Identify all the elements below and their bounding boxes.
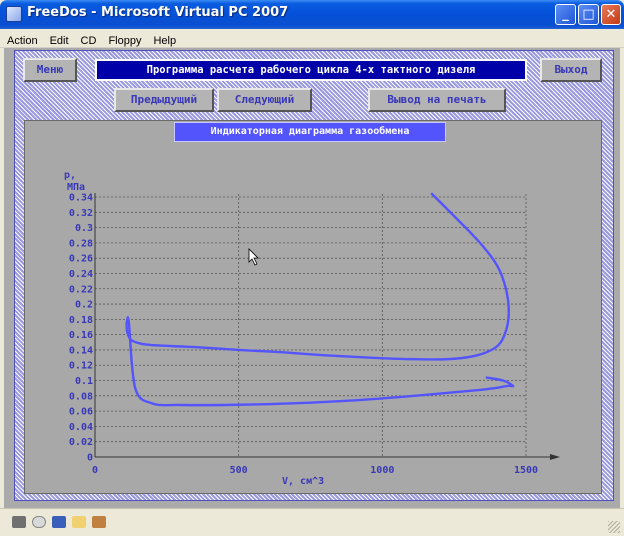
x-axis-arrow bbox=[550, 454, 560, 460]
menu-help[interactable]: Help bbox=[146, 32, 181, 47]
y-tick-label: 0.32 bbox=[69, 208, 93, 219]
y-tick-label: 0.2 bbox=[75, 300, 93, 311]
resize-grip[interactable] bbox=[608, 521, 620, 533]
title-bar[interactable]: FreeDos - Microsoft Virtual PC 2007 _ □ … bbox=[0, 0, 624, 29]
menu-cd[interactable]: CD bbox=[74, 32, 102, 47]
minimize-button[interactable]: _ bbox=[555, 4, 576, 25]
y-tick-label: 0.1 bbox=[75, 376, 93, 387]
series-line bbox=[125, 192, 515, 407]
y-tick-label: 0.28 bbox=[69, 238, 93, 249]
folder-icon[interactable] bbox=[72, 516, 86, 528]
y-tick-label: 0.12 bbox=[69, 361, 93, 372]
virtual-pc-icon bbox=[6, 6, 22, 22]
x-tick-label: 500 bbox=[230, 465, 248, 476]
status-bar bbox=[0, 508, 624, 536]
mouse-cursor-icon bbox=[248, 248, 259, 266]
y-tick-label: 0.08 bbox=[69, 391, 93, 402]
x-tick-label: 0 bbox=[92, 465, 98, 476]
floppy-icon[interactable] bbox=[52, 516, 66, 528]
y-axis-label: р, bbox=[64, 170, 76, 181]
x-tick-label: 1000 bbox=[370, 465, 394, 476]
window-title: FreeDos - Microsoft Virtual PC 2007 bbox=[27, 5, 289, 20]
network-icon[interactable] bbox=[92, 516, 106, 528]
y-tick-label: 0.24 bbox=[69, 269, 93, 280]
y-tick-label: 0.14 bbox=[69, 345, 93, 356]
hdd-icon[interactable] bbox=[12, 516, 26, 528]
y-tick-label: 0.18 bbox=[69, 315, 93, 326]
menu-action[interactable]: Action bbox=[0, 32, 43, 47]
x-tick-label: 1500 bbox=[514, 465, 538, 476]
menu-bar: Action Edit CD Floppy Help bbox=[0, 29, 624, 48]
gas-exchange-chart: 0 0.02 0.04 0.06 0.08 0.1 0.12 0.14 0.16 0.18 0.2 0… bbox=[64, 170, 560, 487]
y-tick-label: 0.3 bbox=[75, 223, 93, 234]
close-button[interactable]: ✕ bbox=[601, 4, 621, 25]
y-tick-label: 0.16 bbox=[69, 330, 93, 341]
x-axis-label: V, см^3 bbox=[282, 476, 324, 487]
menu-floppy[interactable]: Floppy bbox=[101, 32, 146, 47]
y-tick-label: 0.04 bbox=[69, 422, 93, 433]
y-tick-label: 0.22 bbox=[69, 284, 93, 295]
y-tick-label: 0.34 bbox=[69, 193, 93, 204]
maximize-button[interactable]: □ bbox=[578, 4, 599, 25]
guest-screen[interactable]: Меню Программа расчета рабочего цикла 4-… bbox=[4, 48, 620, 508]
y-tick-label: 0 bbox=[87, 453, 93, 464]
y-tick-label: 0.26 bbox=[69, 254, 93, 265]
y-tick-label: 0.06 bbox=[69, 407, 93, 418]
y-tick-label: 0.02 bbox=[69, 437, 93, 448]
menu-edit[interactable]: Edit bbox=[43, 32, 74, 47]
cd-icon[interactable] bbox=[32, 516, 46, 528]
y-axis-unit: МПа bbox=[67, 182, 85, 193]
